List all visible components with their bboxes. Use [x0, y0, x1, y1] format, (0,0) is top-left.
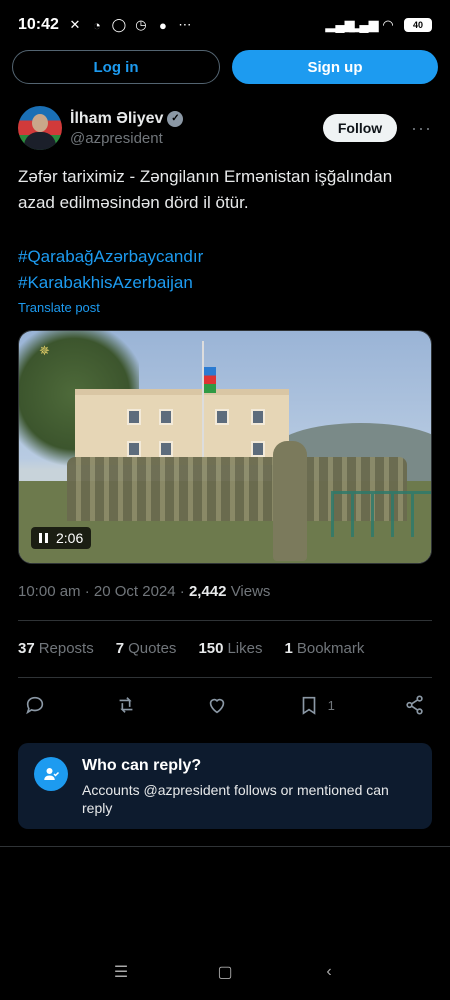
bookmark-button[interactable]: 1 [298, 694, 335, 716]
emblem-icon: ✵ [39, 343, 50, 358]
avatar[interactable] [18, 106, 62, 150]
follow-button[interactable]: Follow [323, 114, 398, 142]
mention-user-icon [34, 757, 68, 791]
heart-icon [210, 698, 225, 714]
whatsapp-icon: ◯ [111, 17, 127, 32]
reply-icon [26, 696, 44, 715]
like-button[interactable] [206, 694, 228, 716]
battery-icon: 40 [404, 18, 432, 32]
muted-alarm-icon: ✕ [69, 17, 81, 32]
facebook-icon: ● [158, 17, 167, 33]
status-bar: 10:42 ✕ ◔ ◯ ◷ ● ⋯ ▂▄▆ ▂▄▆ ◠ 40 [0, 0, 450, 50]
hashtags: #QarabağAzərbaycandır #KarabakhisAzerbai… [18, 244, 432, 296]
who-can-reply-box: Who can reply? Accounts @azpresident fol… [18, 743, 432, 829]
recent-apps-icon[interactable]: ☰ [109, 960, 133, 984]
post-time[interactable]: 10:00 am [18, 583, 81, 600]
post-meta: 10:00 am · 20 Oct 2024 · 2,442 Views [18, 583, 271, 600]
reply-description: Accounts @azpresident follows or mention… [82, 782, 389, 816]
share-icon [406, 695, 423, 715]
views-label: Views [230, 583, 271, 600]
video-scene-building [75, 389, 289, 465]
alarm-icon: ◔ [92, 17, 101, 33]
system-navbar: ☰ ▢ ‹ [0, 944, 450, 1000]
post-stats: 37 Reposts 7 Quotes 150 Likes 1 Bookmark [18, 640, 432, 657]
video-duration-badge[interactable]: 2:06 [31, 527, 92, 549]
system-icons: ▂▄▆ ▂▄▆ ◠ 40 [325, 17, 432, 33]
back-icon[interactable]: ‹ [317, 960, 341, 984]
post-date[interactable]: 20 Oct 2024 [94, 583, 176, 600]
verified-badge-icon: ✓ [167, 110, 184, 127]
reply-texts: Who can reply? Accounts @azpresident fol… [82, 757, 416, 816]
more-options-icon[interactable]: ··· [411, 118, 432, 139]
bookmark-icon [302, 696, 315, 715]
views-count: 2,442 [188, 583, 227, 600]
author-info: İlham Əliyev ✓ @azpresident [70, 110, 184, 147]
share-button[interactable] [404, 694, 426, 716]
repost-icon [119, 697, 133, 713]
signal-icon-2: ▂▄▆ [349, 17, 379, 32]
bookmarks-stat[interactable]: 1 Bookmark [285, 640, 365, 657]
hashtag-link[interactable]: #KarabakhisAzerbaijan [18, 270, 432, 296]
wifi-icon: ◠ [382, 17, 394, 32]
clock-icon: ◷ [135, 17, 147, 32]
bookmark-count: 1 [327, 697, 335, 713]
login-button[interactable]: Log in [12, 50, 220, 84]
divider [18, 677, 432, 678]
home-icon[interactable]: ▢ [213, 960, 237, 984]
signal-icon: ▂▄▆ [325, 17, 355, 32]
signup-button[interactable]: Sign up [232, 50, 438, 84]
auth-row: Log in Sign up [12, 50, 438, 84]
hashtag-link[interactable]: #QarabağAzərbaycandır [18, 244, 432, 270]
status-time: 10:42 [18, 16, 59, 33]
reply-button[interactable] [24, 694, 46, 716]
quotes-stat[interactable]: 7 Quotes [116, 640, 177, 657]
translate-post-link[interactable]: Translate post [18, 300, 100, 315]
repost-button[interactable] [115, 694, 137, 716]
reply-title: Who can reply? [82, 757, 202, 774]
post-author: İlham Əliyev ✓ @azpresident Follow ··· [18, 100, 432, 156]
divider [0, 846, 450, 847]
author-name-row: İlham Əliyev ✓ [70, 110, 184, 128]
post-actions: 1 [24, 690, 426, 720]
post-video[interactable]: ✵ 2:06 [18, 330, 432, 564]
author-handle[interactable]: @azpresident [70, 130, 183, 147]
flag-icon [204, 367, 216, 393]
video-duration: 2:06 [56, 530, 84, 546]
author-name[interactable]: İlham Əliyev [70, 110, 163, 128]
divider [18, 620, 432, 621]
reposts-stat[interactable]: 37 Reposts [18, 640, 94, 657]
pause-icon[interactable] [39, 533, 48, 543]
likes-stat[interactable]: 150 Likes [198, 640, 262, 657]
notification-icons: ✕ ◔ ◯ ◷ ● ⋯ [67, 17, 193, 33]
post-text: Zəfər tariximiz - Zəngilanın Ermənistan … [18, 167, 393, 212]
more-notifications-icon: ⋯ [178, 17, 192, 32]
